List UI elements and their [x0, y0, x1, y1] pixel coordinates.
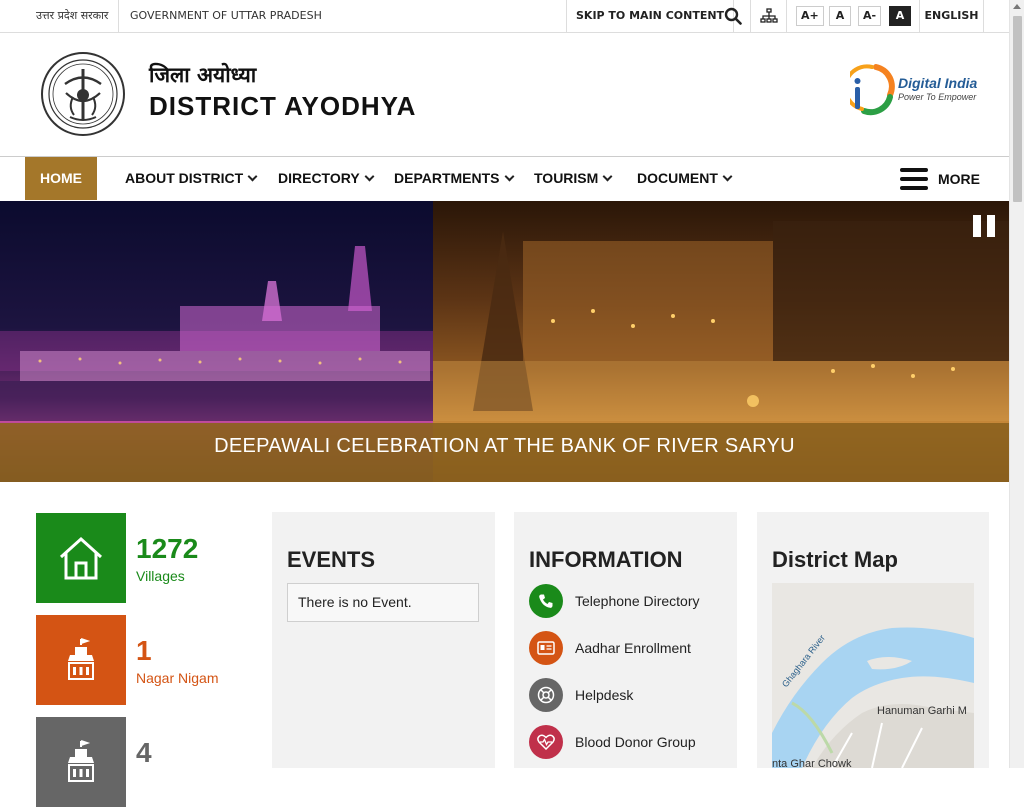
nav-departments[interactable]: DEPARTMENTS [394, 157, 514, 200]
info-label: Telephone Directory [575, 593, 700, 609]
hero-slider[interactable]: DEEPAWALI CELEBRATION AT THE BANK OF RIV… [0, 201, 1009, 482]
site-header: जिला अयोध्या DISTRICT AYODHYA Digital In… [0, 33, 1009, 157]
info-label: Aadhar Enrollment [575, 640, 691, 656]
heart-icon [529, 725, 563, 759]
chevron-down-icon [247, 171, 258, 182]
nav-more-label: MORE [938, 171, 980, 187]
map-place-label: Hanuman Garhi M [877, 705, 967, 717]
nav-document-label: DOCUMENT [637, 170, 718, 186]
nav-about-district[interactable]: ABOUT DISTRICT [125, 157, 258, 200]
district-map[interactable]: Ghaghara River Hanuman Garhi M nta Ghar … [772, 583, 974, 768]
skip-to-content-link[interactable]: SKIP TO MAIN CONTENT [566, 0, 735, 32]
font-decrease-button[interactable]: A- [858, 6, 882, 26]
info-label: Blood Donor Group [575, 734, 696, 750]
temple-icon [36, 717, 126, 807]
scroll-up-arrow-icon[interactable] [1013, 4, 1021, 9]
top-utility-bar: उत्तर प्रदेश सरकार GOVERNMENT OF UTTAR P… [0, 0, 1009, 33]
nav-departments-label: DEPARTMENTS [394, 170, 500, 186]
information-panel: INFORMATION Telephone Directory Aadhar E… [514, 512, 737, 768]
digital-india-logo[interactable]: Digital India Power To Empower [843, 61, 985, 117]
chevron-down-icon [602, 171, 613, 182]
gov-english-link[interactable]: GOVERNMENT OF UTTAR PRADESH [130, 0, 322, 32]
scrollbar-thumb[interactable] [1013, 16, 1022, 202]
nav-document[interactable]: DOCUMENT [637, 157, 733, 200]
high-contrast-button[interactable]: A [889, 6, 911, 26]
map-place-label-2: nta Ghar Chowk [772, 758, 852, 768]
stat-villages: 1272 Villages [36, 513, 256, 603]
stat-label: Nagar Nigam [136, 670, 219, 686]
chevron-down-icon [364, 171, 375, 182]
font-normal-button[interactable]: A [829, 6, 851, 26]
digital-india-title: Digital India [898, 75, 978, 91]
map-tiles [772, 583, 974, 768]
events-empty-message: There is no Event. [287, 583, 479, 622]
stat-value: 1 [136, 635, 152, 666]
stat-value: 1272 [136, 533, 199, 564]
stat-value: 4 [136, 737, 152, 768]
language-toggle[interactable]: ENGLISH [919, 0, 984, 32]
slider-pause-button[interactable] [973, 215, 995, 237]
id-card-icon [529, 631, 563, 665]
chevron-down-icon [504, 171, 514, 182]
events-panel: EVENTS There is no Event. [272, 512, 495, 768]
info-label: Helpdesk [575, 687, 634, 703]
page-scrollbar[interactable] [1009, 0, 1024, 768]
temple-icon [36, 615, 126, 705]
district-map-title: District Map [772, 547, 898, 572]
stat-third: 4 [36, 717, 256, 807]
nav-home[interactable]: HOME [25, 157, 97, 200]
info-blood-donor-group[interactable]: Blood Donor Group [529, 724, 696, 760]
nav-directory-label: DIRECTORY [278, 170, 360, 186]
hamburger-menu-icon [900, 168, 928, 190]
gov-hindi-link[interactable]: उत्तर प्रदेश सरकार [36, 0, 120, 32]
events-title: EVENTS [287, 547, 376, 572]
home-icon [36, 513, 126, 603]
font-increase-button[interactable]: A+ [796, 6, 824, 26]
nav-about-district-label: ABOUT DISTRICT [125, 170, 244, 186]
nav-tourism[interactable]: TOURISM [534, 157, 613, 200]
sitemap-icon[interactable] [751, 0, 787, 32]
banner-caption-bar: DEEPAWALI CELEBRATION AT THE BANK OF RIV… [0, 423, 1009, 482]
information-title: INFORMATION [529, 547, 683, 572]
info-aadhar-enrollment[interactable]: Aadhar Enrollment [529, 630, 691, 666]
phone-icon [529, 584, 563, 618]
site-title-hindi: जिला अयोध्या [149, 62, 257, 87]
site-title-english: DISTRICT AYODHYA [149, 91, 417, 121]
search-icon[interactable] [715, 0, 751, 32]
main-navigation: HOME ABOUT DISTRICT DIRECTORY DEPARTMENT… [0, 157, 1009, 201]
nav-more-button[interactable]: MORE [900, 165, 980, 193]
helpdesk-icon [529, 678, 563, 712]
stat-nagar-nigam: 1 Nagar Nigam [36, 615, 256, 705]
banner-caption: DEEPAWALI CELEBRATION AT THE BANK OF RIV… [214, 435, 795, 457]
chevron-down-icon [722, 171, 733, 182]
info-telephone-directory[interactable]: Telephone Directory [529, 583, 700, 619]
nav-directory[interactable]: DIRECTORY [278, 157, 375, 200]
info-helpdesk[interactable]: Helpdesk [529, 677, 633, 713]
nav-tourism-label: TOURISM [534, 170, 599, 186]
stat-label: Villages [136, 568, 185, 584]
digital-india-mark-icon [843, 64, 895, 116]
up-government-emblem-icon[interactable] [40, 51, 126, 137]
digital-india-tagline: Power To Empower [898, 92, 977, 102]
district-map-panel: District Map Ghaghara River Hanuman Garh… [757, 512, 989, 768]
